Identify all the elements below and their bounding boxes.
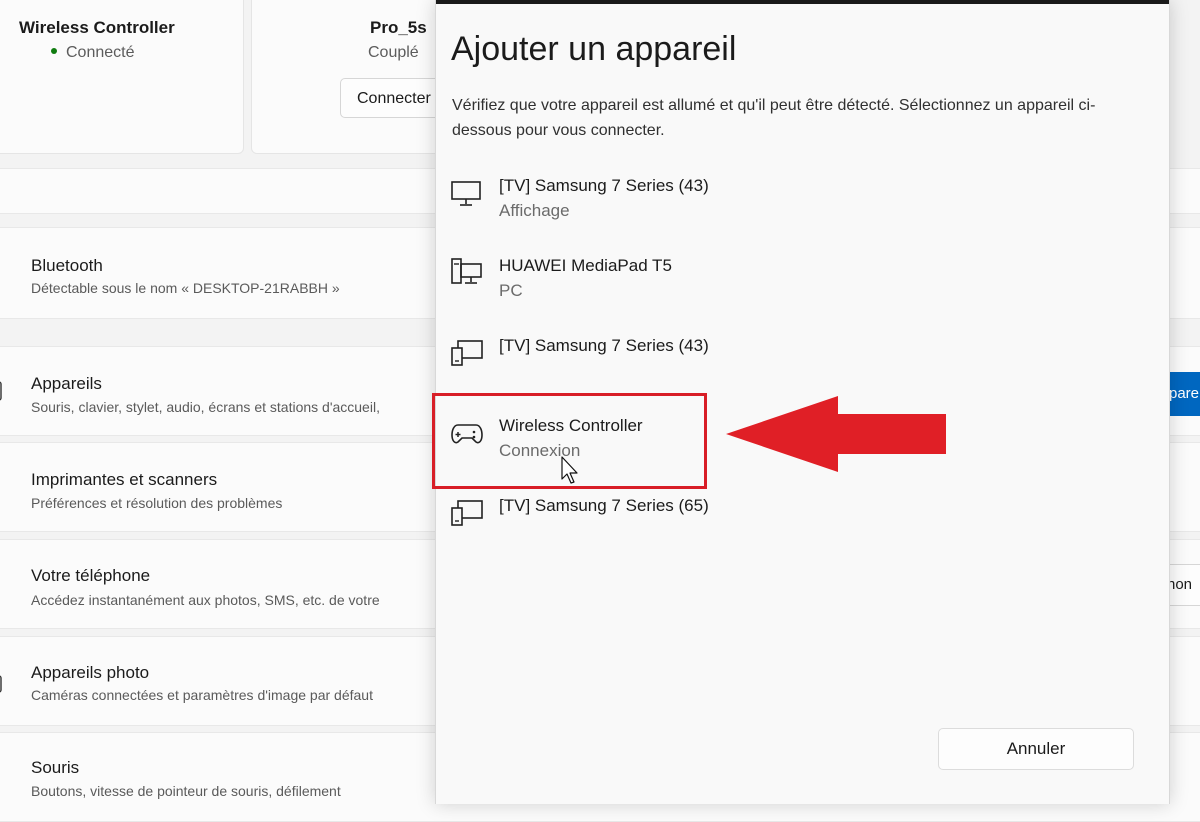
row-title: Appareils: [31, 374, 102, 393]
device-list-item[interactable]: [TV] Samsung 7 Series (43): [436, 328, 1136, 398]
row-title: Souris: [31, 758, 80, 777]
row-subtitle: Souris, clavier, stylet, audio, écrans e…: [31, 399, 380, 415]
camera-icon: [0, 675, 2, 693]
monitor-icon: [451, 181, 481, 206]
devices-icon: [0, 381, 2, 401]
devices-icon: [451, 340, 483, 366]
open-phone-label: hon: [1167, 576, 1193, 593]
red-arrow-icon: [726, 396, 946, 472]
device-card-status-text: Connecté: [66, 44, 135, 61]
pc-icon: [451, 258, 482, 284]
device-type: Affichage: [499, 201, 570, 220]
row-title: Appareils photo: [31, 663, 150, 682]
device-card-status: Connecté: [51, 44, 135, 62]
devices-icon: [451, 500, 483, 526]
connected-dot-icon: [51, 47, 57, 54]
device-card-name: Wireless Controller: [19, 18, 175, 37]
dialog-description: Vérifiez que votre appareil est allumé e…: [452, 97, 1096, 139]
device-name: [TV] Samsung 7 Series (65): [499, 496, 709, 515]
row-subtitle: Préférences et résolution des problèmes: [31, 495, 283, 511]
device-card-pro5s[interactable]: Pro_5s Couplé Connecter: [251, 0, 470, 154]
device-name: HUAWEI MediaPad T5: [499, 256, 672, 275]
device-card-status: Couplé: [368, 44, 419, 61]
device-list-item[interactable]: HUAWEI MediaPad T5 PC: [436, 248, 1136, 318]
dialog-title: Ajouter un appareil: [451, 30, 737, 68]
device-list-item[interactable]: [TV] Samsung 7 Series (43) Affichage: [436, 168, 1136, 238]
device-type: PC: [499, 281, 523, 300]
dialog-top-border: [436, 0, 1169, 4]
device-list-item[interactable]: [TV] Samsung 7 Series (65): [436, 488, 1136, 558]
device-name: [TV] Samsung 7 Series (43): [499, 336, 709, 355]
row-subtitle: Accédez instantanément aux photos, SMS, …: [31, 592, 380, 608]
add-device-button[interactable]: pare: [1165, 372, 1200, 416]
row-subtitle: Boutons, vitesse de pointeur de souris, …: [31, 783, 341, 799]
device-name: [TV] Samsung 7 Series (43): [499, 176, 709, 195]
mouse-cursor-icon: [561, 456, 578, 484]
device-card-name: Pro_5s: [370, 18, 427, 37]
row-title: Bluetooth: [31, 256, 103, 275]
row-subtitle: Détectable sous le nom « DESKTOP-21RABBH…: [31, 280, 340, 296]
row-title: Votre téléphone: [31, 566, 151, 585]
row-subtitle: Caméras connectées et paramètres d'image…: [31, 687, 373, 703]
cancel-button[interactable]: Annuler: [938, 728, 1134, 770]
device-card-wireless-controller[interactable]: Wireless Controller Connecté: [0, 0, 244, 154]
row-title: Imprimantes et scanners: [31, 470, 218, 489]
